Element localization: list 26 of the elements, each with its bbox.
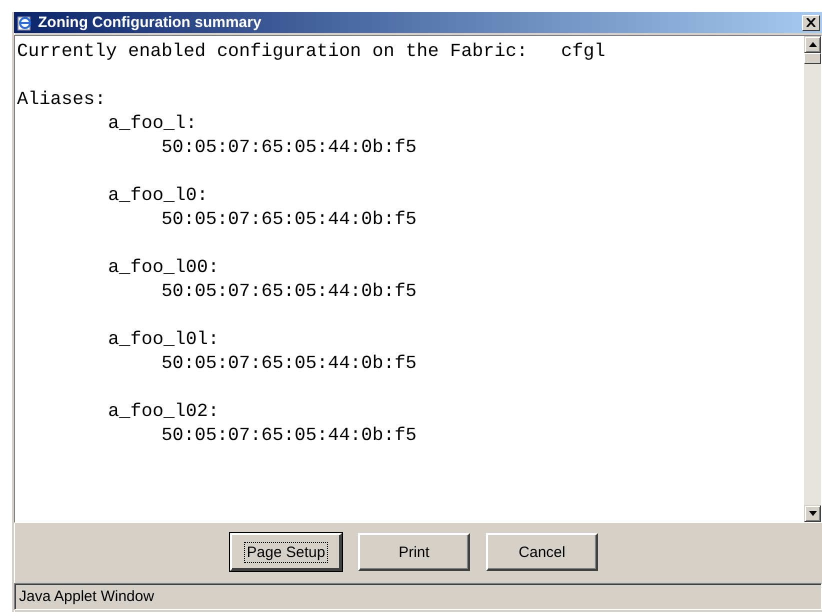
scroll-up-button[interactable] — [804, 36, 821, 53]
close-button[interactable] — [802, 14, 820, 30]
vertical-scrollbar[interactable] — [804, 36, 821, 522]
close-icon — [806, 18, 816, 27]
down-arrow-icon — [808, 511, 816, 516]
scroll-down-button[interactable] — [804, 505, 821, 522]
alias-name: a_foo_l02: — [107, 400, 220, 424]
dialog-button[interactable]: Cancel — [486, 533, 598, 571]
dialog-button[interactable]: Page Setup — [230, 533, 342, 571]
up-arrow-icon — [808, 42, 816, 47]
window-title: Zoning Configuration summary — [37, 14, 262, 31]
status-text: Java Applet Window — [19, 588, 154, 605]
alias-name: a_foo_l: — [107, 112, 198, 136]
alias-name: a_foo_l00: — [107, 256, 220, 280]
alias-name: a_foo_l0l: — [107, 328, 220, 352]
alias-member: 50:05:07:65:05:44:0b:f5 — [160, 352, 418, 376]
alias-member: 50:05:07:65:05:44:0b:f5 — [160, 208, 418, 232]
header-line: Currently enabled configuration on the Fabric: cfgl — [17, 40, 606, 64]
scroll-thumb[interactable] — [804, 53, 821, 64]
alias-name: a_foo_l0: — [107, 184, 209, 208]
alias-member: 50:05:07:65:05:44:0b:f5 — [160, 280, 418, 304]
alias-member: 50:05:07:65:05:44:0b:f5 — [160, 136, 418, 160]
app-icon — [17, 14, 33, 30]
alias-member: 50:05:07:65:05:44:0b:f5 — [160, 424, 418, 448]
section-title: Aliases: — [17, 88, 107, 112]
dialog-button[interactable]: Print — [358, 533, 470, 571]
